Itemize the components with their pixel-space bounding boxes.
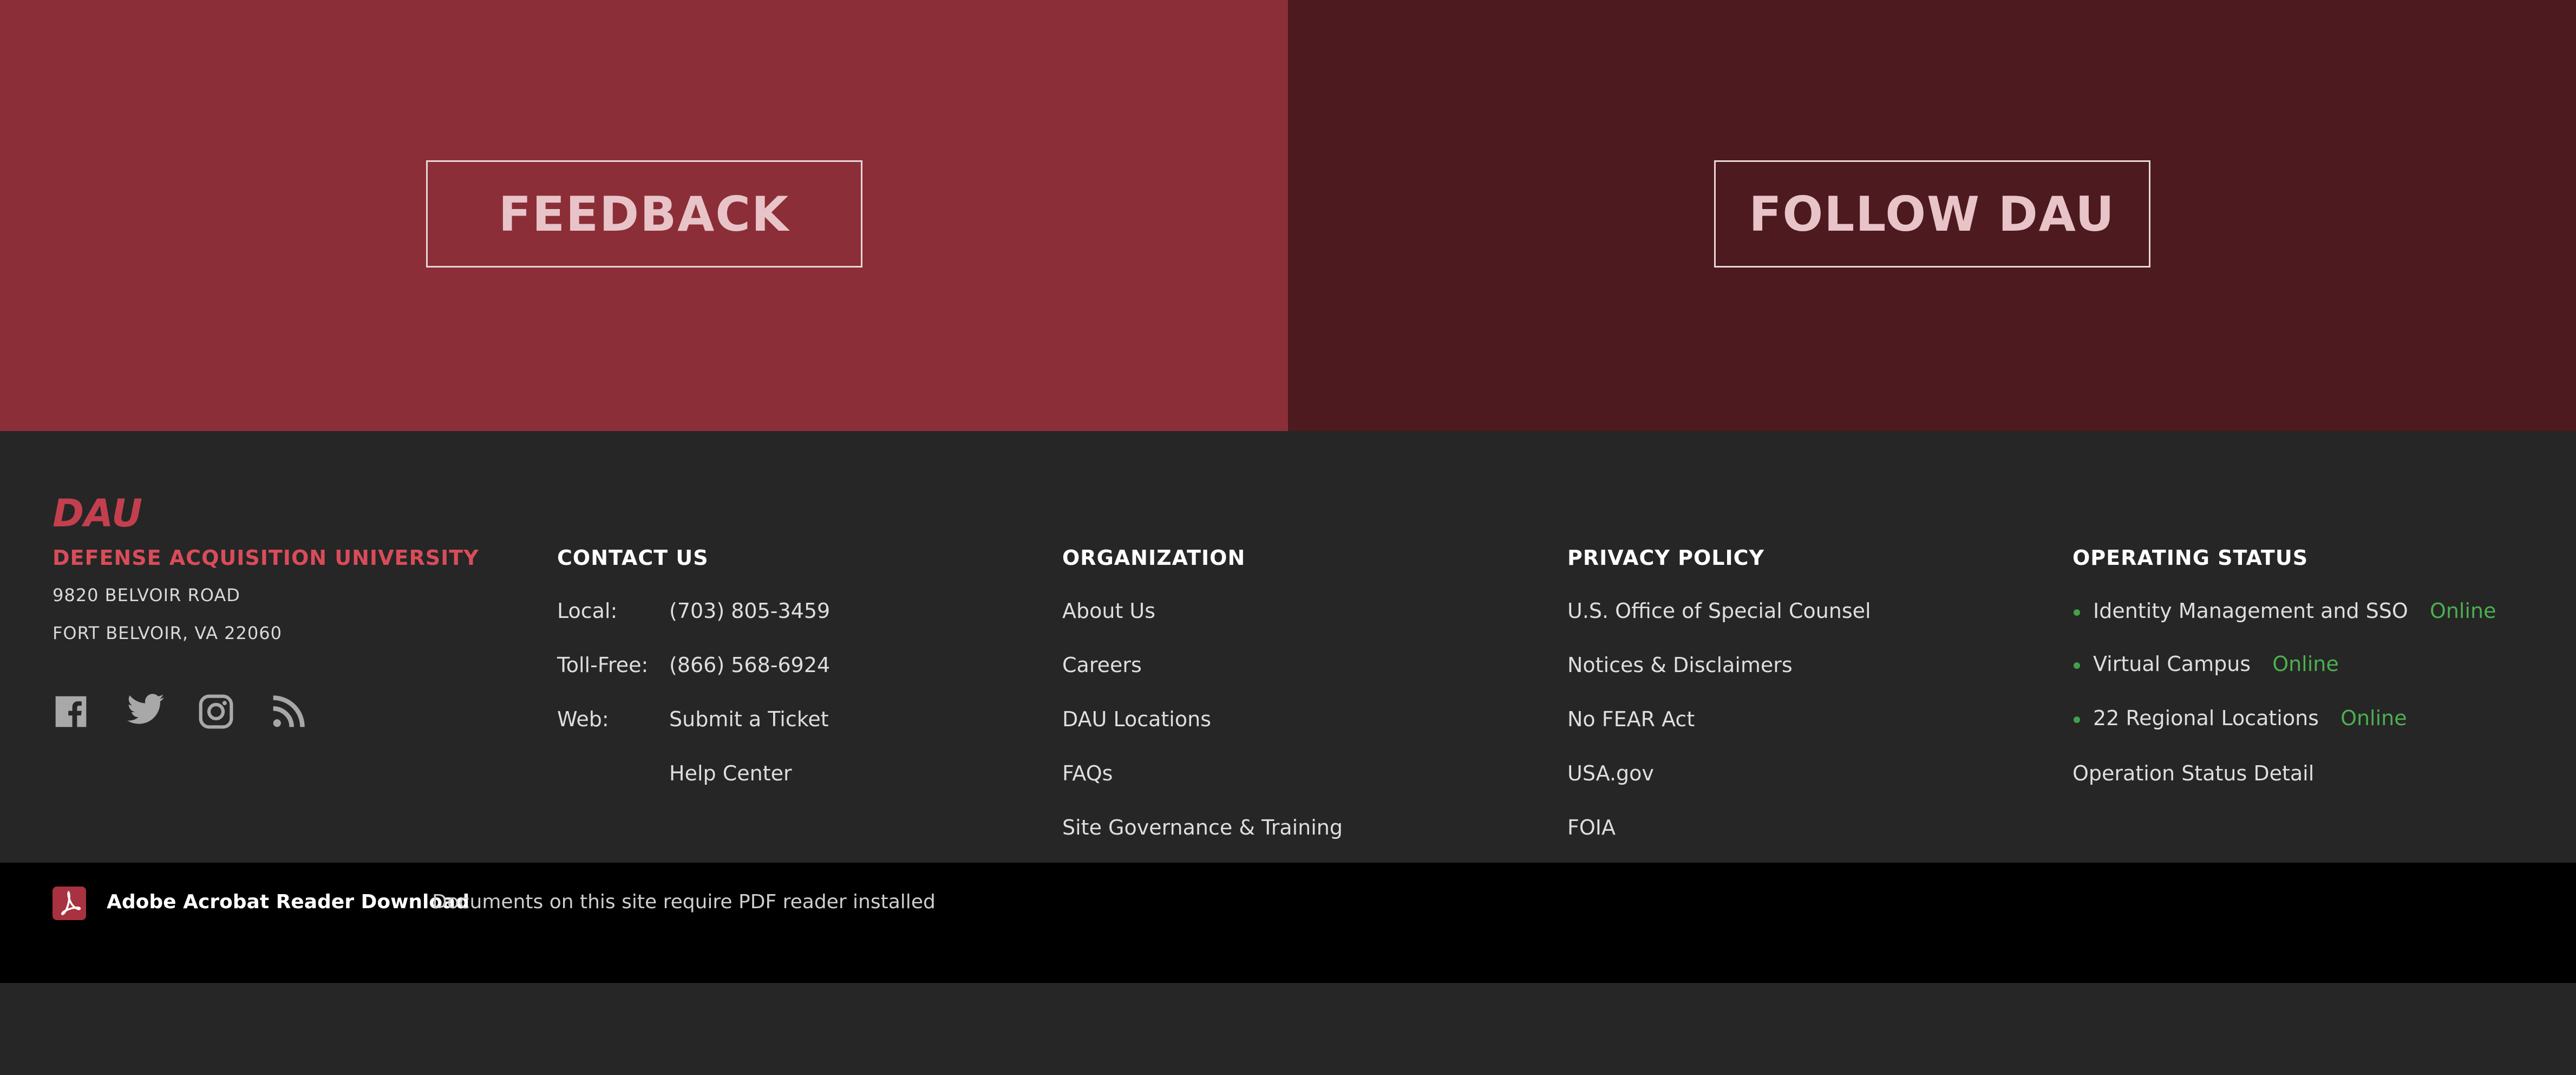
privacy-link-osc[interactable]: U.S. Office of Special Counsel	[1567, 599, 1871, 623]
status-title: OPERATING STATUS	[2072, 546, 2309, 570]
help-center-link[interactable]: Help Center	[669, 761, 792, 785]
status-label: Virtual Campus	[2093, 652, 2251, 676]
tollfree-phone[interactable]: (866) 568-6924	[669, 653, 830, 677]
status-label: Identity Management and SSO	[2093, 599, 2408, 623]
privacy-title[interactable]: PRIVACY POLICY	[1567, 546, 1764, 570]
org-link-locations[interactable]: DAU Locations	[1062, 707, 1211, 731]
privacy-link-foia[interactable]: FOIA	[1567, 816, 1616, 839]
follow-panel: FOLLOW DAU	[1288, 0, 2576, 431]
university-name: DEFENSE ACQUISITION UNIVERSITY	[53, 546, 479, 570]
adobe-pdf-icon[interactable]	[53, 887, 86, 920]
status-item-virtual-campus: Virtual Campus Online	[2093, 652, 2339, 676]
status-online-badge: Online	[2429, 599, 2496, 623]
feedback-panel: FEEDBACK	[0, 0, 1288, 431]
address-line-2: FORT BELVOIR, VA 22060	[53, 623, 282, 643]
status-label: 22 Regional Locations	[2093, 706, 2319, 730]
privacy-link-notices[interactable]: Notices & Disclaimers	[1567, 653, 1793, 677]
status-dot-icon	[2074, 662, 2080, 669]
status-item-regional: 22 Regional Locations Online	[2093, 706, 2407, 730]
twitter-icon[interactable]	[125, 693, 164, 730]
status-online-badge: Online	[2272, 652, 2339, 676]
contact-title: CONTACT US	[557, 546, 709, 570]
pdf-reader-bar: Adobe Acrobat Reader Download Documents …	[0, 863, 2576, 983]
privacy-link-nofear[interactable]: No FEAR Act	[1567, 707, 1695, 731]
local-label: Local:	[557, 599, 618, 623]
web-label: Web:	[557, 707, 609, 731]
privacy-link-usagov[interactable]: USA.gov	[1567, 761, 1654, 785]
operation-status-detail-link[interactable]: Operation Status Detail	[2072, 761, 2314, 785]
address-line-1: 9820 BELVOIR ROAD	[53, 585, 240, 605]
privacy-column: PRIVACY POLICY	[1567, 546, 1764, 570]
tollfree-label: Toll-Free:	[557, 653, 649, 677]
status-column: OPERATING STATUS	[2072, 546, 2308, 570]
organization-column: ORGANIZATION	[1062, 546, 1245, 570]
follow-dau-button[interactable]: FOLLOW DAU	[1714, 160, 2150, 268]
contact-column: CONTACT US	[557, 546, 709, 570]
logo-text: DAU	[53, 496, 142, 530]
status-dot-icon	[2074, 609, 2080, 616]
organization-title: ORGANIZATION	[1062, 546, 1246, 570]
status-online-badge: Online	[2340, 706, 2407, 730]
facebook-icon[interactable]	[53, 693, 89, 730]
local-phone[interactable]: (703) 805-3459	[669, 599, 830, 623]
site-footer: DAU DEFENSE ACQUISITION UNIVERSITY 9820 …	[0, 431, 2576, 983]
instagram-icon[interactable]	[198, 693, 234, 730]
org-link-careers[interactable]: Careers	[1062, 653, 1142, 677]
status-dot-icon	[2074, 716, 2080, 723]
adobe-reader-download-link[interactable]: Adobe Acrobat Reader Download	[107, 891, 469, 913]
social-links	[53, 693, 307, 730]
org-link-faqs[interactable]: FAQs	[1062, 761, 1113, 785]
feedback-button[interactable]: FEEDBACK	[426, 160, 862, 268]
submit-ticket-link[interactable]: Submit a Ticket	[669, 707, 829, 731]
org-link-governance[interactable]: Site Governance & Training	[1062, 816, 1343, 839]
rss-icon[interactable]	[270, 693, 307, 730]
org-link-about[interactable]: About Us	[1062, 599, 1155, 623]
dau-logo[interactable]: DAU	[53, 496, 166, 530]
status-item-identity: Identity Management and SSO Online	[2093, 599, 2496, 623]
hero-banner: FEEDBACK FOLLOW DAU	[0, 0, 2576, 431]
pdf-reader-note: Documents on this site require PDF reade…	[432, 891, 936, 913]
